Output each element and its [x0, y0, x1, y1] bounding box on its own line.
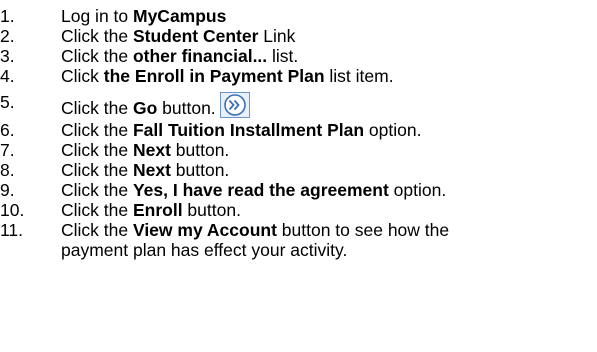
step-text: payment plan has effect your activity.	[61, 240, 348, 260]
step-number: 2.	[0, 26, 15, 46]
step-text: Click the Student Center Link	[61, 26, 296, 46]
step-text: Click the Enroll button.	[61, 200, 241, 220]
step-number: 3.	[0, 46, 15, 66]
step-number: 9.	[0, 180, 15, 200]
step-text: Click the Next button.	[61, 160, 230, 180]
step-number: 4.	[0, 66, 15, 86]
step-text: Click the Fall Tuition Installment Plan …	[61, 120, 422, 140]
step-text: Click the Yes, I have read the agreement…	[61, 180, 447, 200]
step-number: 10.	[0, 200, 25, 220]
step-text: Click the other financial... list.	[61, 46, 299, 66]
step-text: Click the Go button.	[61, 92, 250, 119]
step-number: 8.	[0, 160, 15, 180]
step-text: Log in to MyCampus	[61, 6, 227, 26]
step-text: Click the Enroll in Payment Plan list it…	[61, 66, 394, 86]
step-number: 7.	[0, 140, 15, 160]
step-number: 6.	[0, 120, 15, 140]
step-number: 5.	[0, 92, 15, 112]
step-number: 1.	[0, 6, 15, 26]
go-button-icon	[219, 92, 250, 118]
step-text: Click the View my Account button to see …	[61, 220, 450, 240]
step-text: Click the Next button.	[61, 140, 230, 160]
step-number: 11.	[0, 220, 24, 240]
